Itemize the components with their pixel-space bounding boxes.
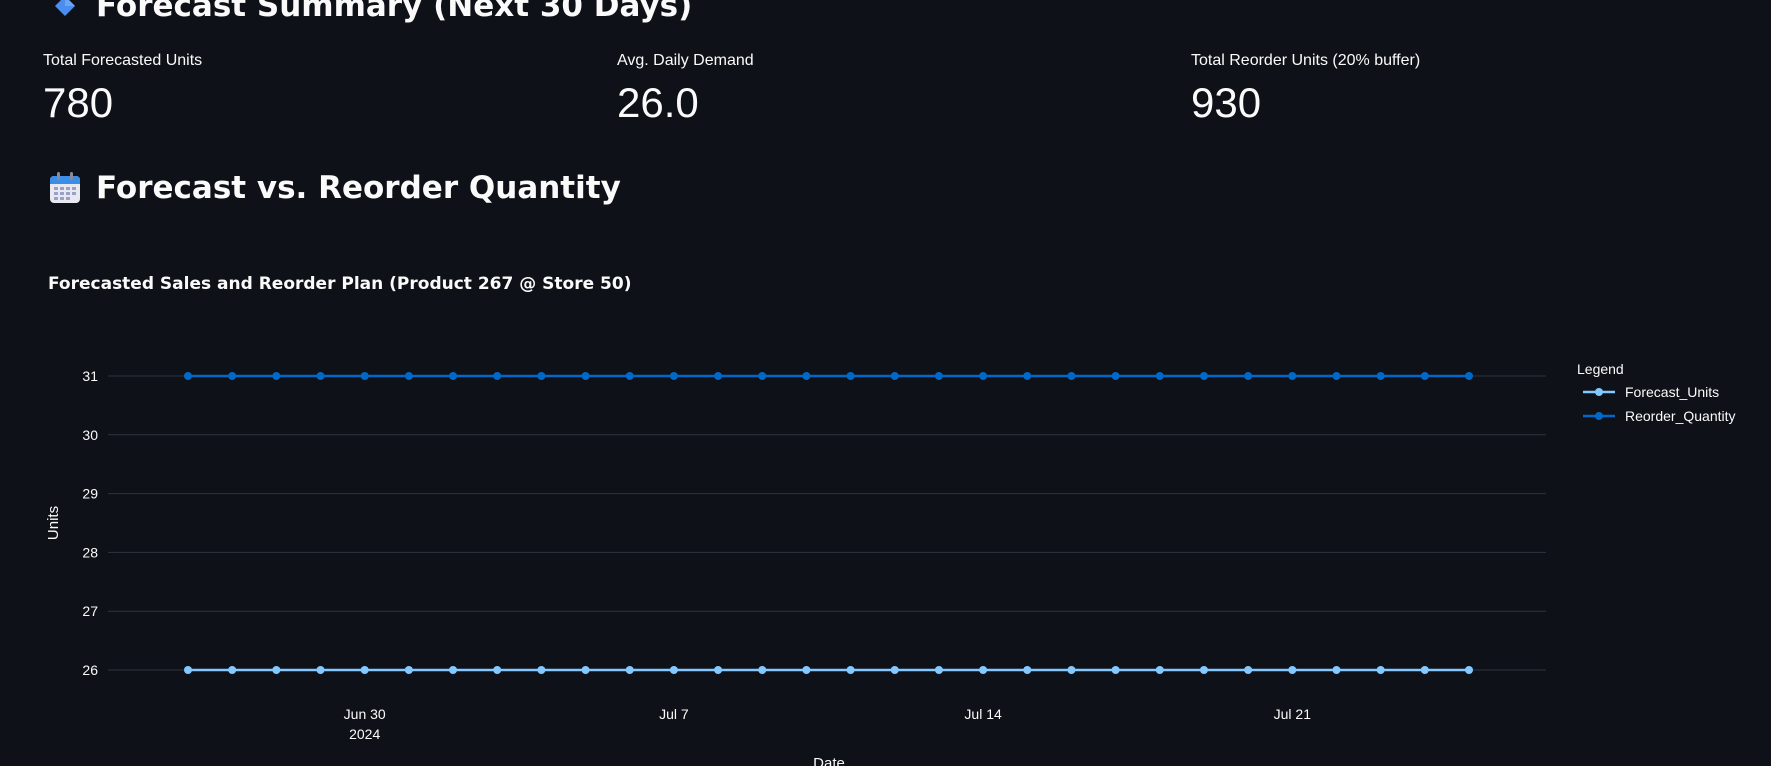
y-tick-label: 28 [82,544,98,560]
y-axis-label: Units [45,506,62,540]
y-tick-label: 26 [82,662,98,678]
data-point[interactable] [184,666,192,674]
data-point[interactable] [1420,372,1429,380]
data-point[interactable] [714,372,723,380]
x-axis-label: Date [813,755,845,766]
x-tick-label: Jul 7 [659,706,689,722]
data-point[interactable] [934,666,943,674]
data-point[interactable] [1376,372,1385,380]
data-point[interactable] [802,372,811,380]
data-point[interactable] [979,666,988,674]
data-point[interactable] [272,666,281,674]
x-tick-label: Jul 14 [964,706,1002,722]
data-point[interactable] [1465,666,1473,674]
data-point[interactable] [537,666,546,674]
data-point[interactable] [846,666,855,674]
x-axis: Jun 30 2024 Jul 7 Jul 14 Jul 21 [344,706,1312,742]
data-point[interactable] [1199,666,1208,674]
data-point[interactable] [802,666,811,674]
data-point[interactable] [1244,666,1253,674]
x-tick-label: Jul 21 [1274,706,1312,722]
data-point[interactable] [404,372,413,380]
data-point[interactable] [625,666,634,674]
page: Forecast Summary (Next 30 Days) Total Fo… [0,0,1771,766]
data-point[interactable] [890,372,899,380]
gridlines [108,375,1546,671]
data-point[interactable] [1420,666,1429,674]
data-point[interactable] [758,372,767,380]
data-point[interactable] [1332,372,1341,380]
legend-title: Legend [1577,361,1624,377]
data-point[interactable] [714,666,723,674]
data-point[interactable] [493,372,502,380]
data-point[interactable] [1332,666,1341,674]
data-point[interactable] [316,372,325,380]
data-point[interactable] [228,372,237,380]
data-point[interactable] [1067,666,1076,674]
data-point[interactable] [669,666,678,674]
forecast-reorder-chart[interactable]: 26 27 28 29 30 31 Jun 30 2024 Jul 7 Jul 14 Jul 21… [0,0,1771,766]
data-point[interactable] [581,666,590,674]
data-point[interactable] [1288,666,1297,674]
data-point[interactable] [272,372,281,380]
data-point[interactable] [1465,372,1473,380]
legend[interactable]: LegendForecast_Units Reorder_Quantity [1577,361,1736,424]
data-point[interactable] [1199,372,1208,380]
data-point[interactable] [625,372,634,380]
data-point[interactable] [404,666,413,674]
data-point[interactable] [228,666,237,674]
data-point[interactable] [360,666,369,674]
data-point[interactable] [934,372,943,380]
data-point[interactable] [1111,372,1120,380]
data-point[interactable] [979,372,988,380]
data-point[interactable] [846,372,855,380]
legend-item[interactable]: Reorder_Quantity [1583,408,1736,424]
y-tick-label: 30 [82,427,98,443]
legend-label: Forecast_Units [1625,384,1719,400]
legend-item[interactable]: Forecast_Units [1583,384,1719,400]
y-tick-label: 31 [82,368,98,384]
data-point[interactable] [449,372,458,380]
y-tick-label: 29 [82,486,98,502]
data-point[interactable] [581,372,590,380]
data-point[interactable] [449,666,458,674]
y-tick-label: 27 [82,603,98,619]
data-point[interactable] [1288,372,1297,380]
data-point[interactable] [1155,666,1164,674]
data-point[interactable] [1067,372,1076,380]
series-forecast-units[interactable] [184,666,1473,674]
data-point[interactable] [1023,666,1032,674]
data-point[interactable] [1111,666,1120,674]
legend-swatch-marker [1595,388,1603,396]
data-point[interactable] [537,372,546,380]
x-tick-sublabel: 2024 [349,726,380,742]
legend-label: Reorder_Quantity [1625,408,1736,424]
data-point[interactable] [1023,372,1032,380]
legend-swatch-marker [1595,412,1603,420]
series [184,372,1473,674]
data-point[interactable] [360,372,369,380]
data-point[interactable] [1155,372,1164,380]
x-tick-label: Jun 30 [344,706,386,722]
data-point[interactable] [493,666,502,674]
series-reorder-quantity[interactable] [184,372,1473,380]
data-point[interactable] [1244,372,1253,380]
data-point[interactable] [316,666,325,674]
data-point[interactable] [758,666,767,674]
data-point[interactable] [890,666,899,674]
y-axis: 26 27 28 29 30 31 [82,368,98,678]
data-point[interactable] [1376,666,1385,674]
data-point[interactable] [184,372,192,380]
data-point[interactable] [669,372,678,380]
